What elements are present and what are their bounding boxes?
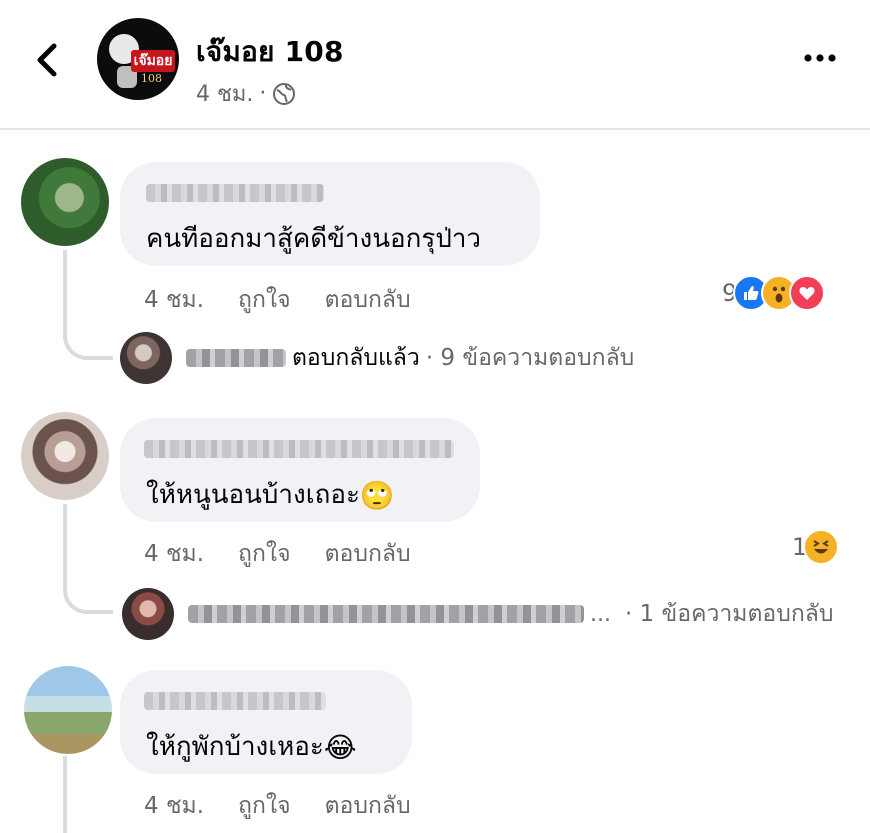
like-link[interactable]: ถูกใจ [238,536,291,572]
page-name[interactable]: เจ๊มอย 108 [196,30,344,74]
thread-line [63,756,67,833]
thread-connector [63,300,113,360]
comment-text: ให้กูพักบ้างเหอะ😂 [146,726,357,767]
love-reaction-icon [789,275,826,311]
post-header: เจ๊มอย 108 เจ๊มอย 108 4 ชม. · [0,0,870,130]
reply-count[interactable]: · 1 ข้อความตอบกลับ [625,596,833,632]
globe-icon [273,82,296,105]
reply-preview[interactable]: ... · 1 ข้อความตอบกลับ [122,588,833,640]
comment-time: 4 ชม. [144,287,205,313]
replier-avatar [120,332,172,384]
header-divider [0,128,870,130]
comment-text-content: คนทีออกมาสู้คดีข้างนอกรุป่าว [146,224,482,254]
reaction-summary[interactable]: 9 [722,275,826,311]
replier-name-blurred [186,349,286,367]
avatar-badge-text: เจ๊มอย [131,50,175,72]
reaction-summary[interactable]: 1 [792,529,840,565]
comment-time: 4 ชม. [144,793,205,819]
more-dots-icon[interactable] [800,46,840,70]
replied-label: ตอบกลับแล้ว [292,345,420,371]
like-link[interactable]: ถูกใจ [238,788,291,824]
comment-text: คนทีออกมาสู้คดีข้างนอกรุป่าว [146,218,481,259]
commenter-name-blurred[interactable] [146,184,324,202]
comment-actions: 4 ชม. ถูกใจ ตอบกลับ [144,282,411,318]
like-link[interactable]: ถูกใจ [238,282,291,318]
eye-roll-emoji-icon: 🙄 [359,479,395,512]
reply-link[interactable]: ตอบกลับ [325,282,411,318]
comment-bubble: ให้หนูนอนบ้างเถอะ🙄 [120,418,480,522]
comment-text-content: ให้หนูนอนบ้างเถอะ [146,480,360,510]
comment-text: ให้หนูนอนบ้างเถอะ🙄 [146,474,395,515]
tears-of-joy-emoji-icon: 😂 [323,731,357,764]
avatar-number: 108 [141,72,162,85]
commenter-name-blurred[interactable] [144,440,454,458]
reply-preview[interactable]: ตอบกลับแล้ว · 9 ข้อความตอบกลับ [120,332,634,384]
thread-connector [63,554,113,614]
reply-count[interactable]: · 9 ข้อความตอบกลับ [426,340,634,376]
reply-link[interactable]: ตอบกลับ [325,536,411,572]
post-meta: 4 ชม. · [196,76,296,111]
comment-text-content: ให้กูพักบ้างเหอะ [146,732,324,762]
name-ellipsis: ... [590,601,611,627]
commenter-name-blurred[interactable] [144,692,326,710]
comment-actions: 4 ชม. ถูกใจ ตอบกลับ [144,536,411,572]
comment-bubble: คนทีออกมาสู้คดีข้างนอกรุป่าว [120,162,540,266]
post-time[interactable]: 4 ชม. [196,76,253,111]
meta-separator: · [259,81,267,106]
commenter-avatar[interactable] [21,158,109,246]
commenter-avatar[interactable] [24,666,112,754]
commenter-avatar[interactable] [21,412,109,500]
page-avatar[interactable]: เจ๊มอย 108 [97,18,179,100]
chevron-left-icon[interactable] [30,40,66,80]
replier-name-blurred [188,605,584,623]
replier-avatar [122,588,174,640]
comment-actions: 4 ชม. ถูกใจ ตอบกลับ [144,788,411,824]
reply-link[interactable]: ตอบกลับ [325,788,411,824]
comment-time: 4 ชม. [144,541,205,567]
comment-bubble: ให้กูพักบ้างเหอะ😂 [120,670,412,774]
haha-reaction-icon [803,529,840,565]
